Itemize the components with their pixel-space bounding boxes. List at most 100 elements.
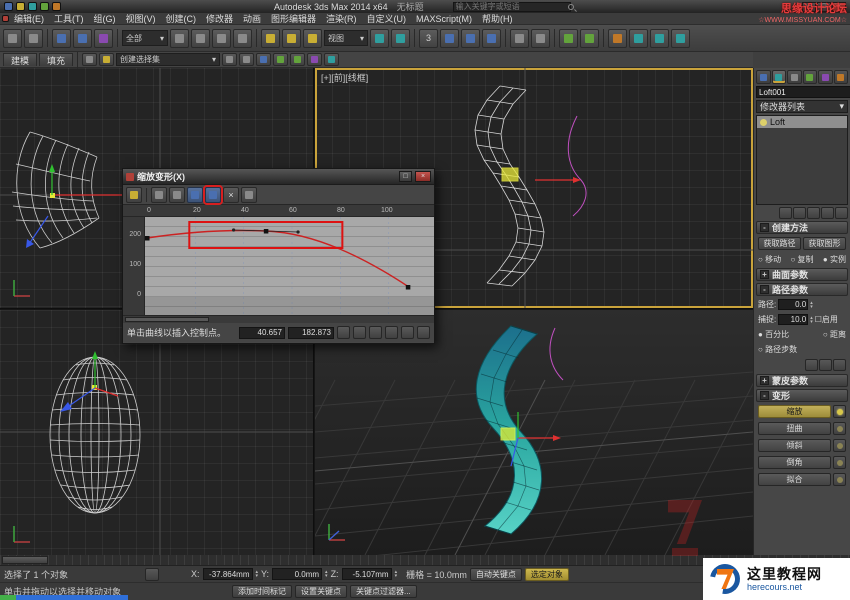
curve-point-start[interactable] <box>145 236 150 241</box>
spinner[interactable]: ▴ ▾ <box>256 570 259 579</box>
layer-manager-icon[interactable] <box>99 53 115 66</box>
environment-icon[interactable] <box>307 53 323 66</box>
tab-display[interactable] <box>818 70 833 84</box>
align-camera-icon[interactable] <box>256 53 272 66</box>
tab-create[interactable] <box>756 70 771 84</box>
auto-key-button[interactable]: 自动关键点 <box>469 567 522 581</box>
titlebar[interactable]: Autodesk 3ds Max 2014 x64 无标题 ─ □ × <box>0 0 850 13</box>
menu-edit[interactable]: 编辑(E) <box>9 12 49 25</box>
add-time-tag-button[interactable]: 添加时间标记 <box>232 585 292 598</box>
time-slider-handle[interactable] <box>2 556 48 564</box>
reset-curve-icon[interactable] <box>241 186 257 203</box>
deform-teeter-button[interactable]: 倾斜 <box>758 439 831 452</box>
tangent-handle[interactable] <box>232 228 236 232</box>
selected-object-dropdown[interactable]: 选定对象 <box>524 567 569 581</box>
pan-curve-icon[interactable] <box>337 326 350 339</box>
new-file-icon[interactable] <box>4 2 13 11</box>
set-key-button[interactable]: 设置关键点 <box>295 585 347 598</box>
zoom-vert-icon[interactable] <box>385 326 398 339</box>
track-view-icon[interactable] <box>273 53 289 66</box>
x-coord-field[interactable] <box>202 568 253 580</box>
scale-active-lamp-icon[interactable] <box>833 405 846 418</box>
rollout-deformations[interactable]: - 变形 <box>756 389 848 402</box>
modifier-list-dropdown[interactable]: 修改器列表 ▾ <box>756 100 848 113</box>
tab-motion[interactable] <box>802 70 817 84</box>
schematic-view-icon[interactable] <box>580 28 599 48</box>
viewport-perspective[interactable] <box>315 310 753 555</box>
tangent-handle[interactable] <box>296 230 300 234</box>
viewport-label[interactable]: [+][前][线框] <box>321 71 368 84</box>
rendered-frame-icon[interactable] <box>650 28 669 48</box>
render-setup-icon[interactable] <box>629 28 648 48</box>
delete-control-point-icon[interactable]: × <box>223 186 239 203</box>
select-manipulate-icon[interactable] <box>391 28 410 48</box>
undo-icon[interactable] <box>40 2 49 11</box>
teeter-active-lamp-icon[interactable] <box>833 439 846 452</box>
curve-y-field[interactable] <box>288 326 334 339</box>
curve-editor-icon[interactable] <box>559 28 578 48</box>
menu-rendering[interactable]: 渲染(R) <box>321 12 362 25</box>
configure-modifier-icon[interactable] <box>835 207 848 219</box>
selected-shape-highlight[interactable] <box>500 427 516 441</box>
zoom-region-icon[interactable] <box>417 326 430 339</box>
tab-utilities[interactable] <box>833 70 848 84</box>
rect-region-icon[interactable] <box>212 28 231 48</box>
menu-modifiers[interactable]: 修改器 <box>201 12 238 25</box>
y-coord-field[interactable] <box>272 568 323 580</box>
angle-snap-icon[interactable] <box>440 28 459 48</box>
unlink-icon[interactable] <box>73 28 92 48</box>
select-object-icon[interactable] <box>170 28 189 48</box>
lock-aspect-icon[interactable] <box>126 186 142 203</box>
pick-shape-icon[interactable] <box>805 359 818 371</box>
pin-stack-icon[interactable] <box>779 207 792 219</box>
modifier-stack[interactable]: Loft <box>756 115 848 205</box>
undo-scene-icon[interactable] <box>3 28 22 48</box>
shell-wireframe[interactable] <box>11 131 100 249</box>
radio-instance[interactable]: ● 实例 <box>823 254 846 265</box>
redo-scene-icon[interactable] <box>24 28 43 48</box>
spinner-snap-icon[interactable] <box>482 28 501 48</box>
stack-item-loft[interactable]: Loft <box>757 116 847 128</box>
move-icon[interactable] <box>261 28 280 48</box>
move-gizmo[interactable] <box>535 177 581 183</box>
spinner[interactable]: ▴ ▾ <box>395 570 398 579</box>
deformation-curve-area[interactable] <box>145 217 434 315</box>
selection-lock-icon[interactable] <box>145 567 159 581</box>
radio-copy[interactable]: ○ 复制 <box>790 254 813 265</box>
viewport-bottom-left[interactable] <box>0 310 314 555</box>
render-production-icon[interactable] <box>671 28 690 48</box>
rollout-path-params[interactable]: - 路径参数 <box>756 283 848 296</box>
bind-spacewarp-icon[interactable] <box>94 28 113 48</box>
object-name-field[interactable] <box>756 86 850 98</box>
menu-views[interactable]: 视图(V) <box>121 12 161 25</box>
spinner[interactable]: ▴ ▾ <box>810 300 813 309</box>
enable-checkbox[interactable]: ☐启用 <box>815 314 838 325</box>
insert-corner-point-icon[interactable] <box>187 186 203 203</box>
loft-front-wireframe[interactable] <box>474 85 545 287</box>
fit-active-lamp-icon[interactable] <box>833 473 846 486</box>
curve-x-field[interactable] <box>239 326 285 339</box>
ref-coord-dropdown[interactable]: 视图 ▾ <box>324 30 368 46</box>
percent-snap-icon[interactable] <box>461 28 480 48</box>
scale-control-point-icon[interactable] <box>169 186 185 203</box>
menu-tools[interactable]: 工具(T) <box>49 12 89 25</box>
rotate-icon[interactable] <box>282 28 301 48</box>
scale-curve[interactable] <box>146 229 410 288</box>
ribbon-tab-modeling[interactable]: 建模 <box>3 53 38 66</box>
select-link-icon[interactable] <box>52 28 71 48</box>
menu-animation[interactable]: 动画 <box>238 12 266 25</box>
align-icon[interactable] <box>531 28 550 48</box>
help-search[interactable] <box>452 1 574 12</box>
graph-editor-icon[interactable] <box>290 53 306 66</box>
rollout-creation-method[interactable]: - 创建方法 <box>756 221 848 234</box>
scene-explorer-icon[interactable] <box>82 53 98 66</box>
radio-path-steps[interactable]: ○ 路径步数 <box>758 344 797 355</box>
dialog-titlebar[interactable]: 缩放变形(X) □ × <box>123 169 434 185</box>
radio-move[interactable]: ○ 移动 <box>758 254 781 265</box>
select-by-name-icon[interactable] <box>191 28 210 48</box>
remove-modifier-icon[interactable] <box>821 207 834 219</box>
menu-group[interactable]: 组(G) <box>89 12 121 25</box>
radio-percent[interactable]: ● 百分比 <box>758 329 789 340</box>
twist-active-lamp-icon[interactable] <box>833 422 846 435</box>
deform-fit-button[interactable]: 拟合 <box>758 473 831 486</box>
